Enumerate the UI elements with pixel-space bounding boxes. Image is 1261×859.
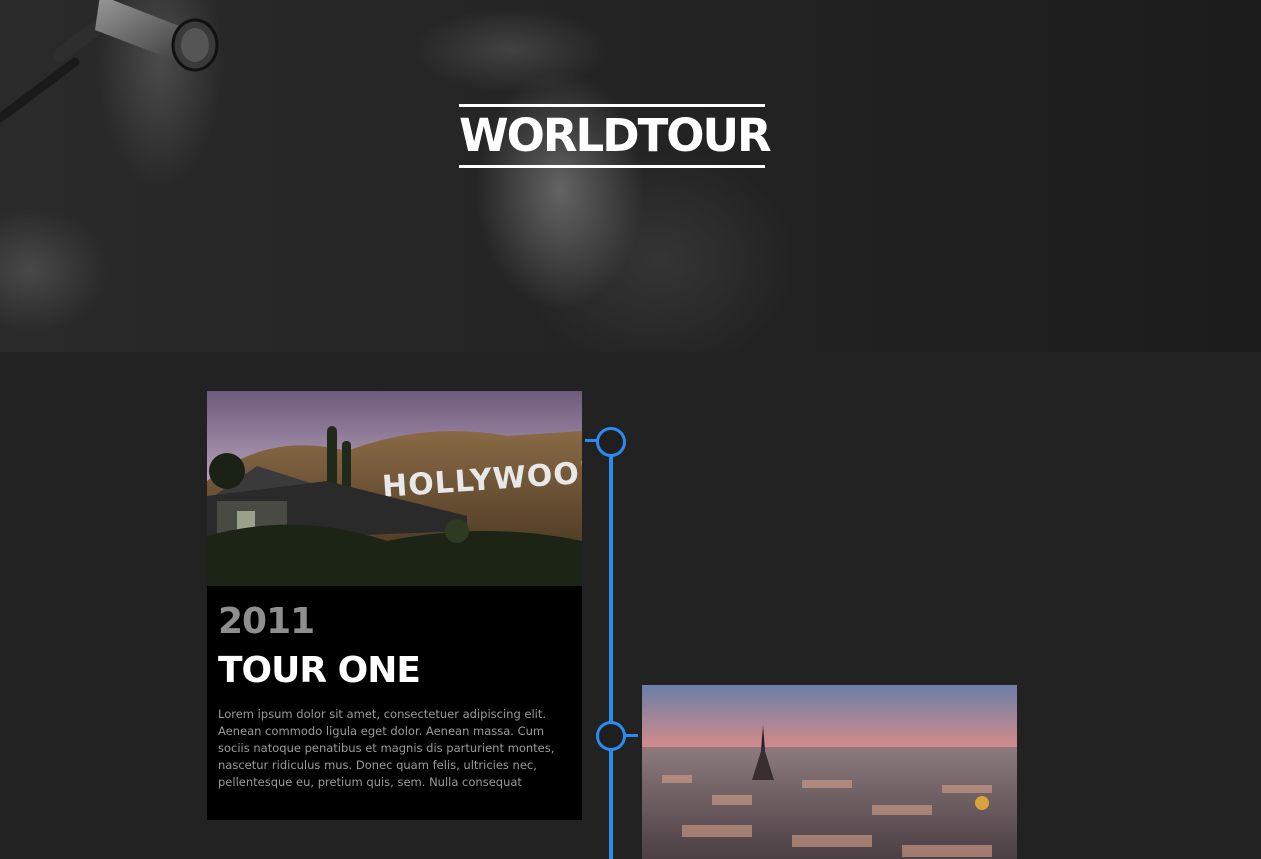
page-title: WORLDTOUR — [459, 109, 772, 162]
tour-card[interactable] — [642, 685, 1017, 859]
paris-skyline-image — [642, 685, 1017, 859]
timeline-node-2[interactable] — [596, 721, 626, 751]
tour-card-body: 2011 TOUR ONE Lorem ipsum dolor sit amet… — [207, 586, 582, 791]
hollywood-sign-image: HOLLYWOOD — [207, 391, 582, 586]
timeline-connector-2 — [624, 734, 638, 737]
tour-description: Lorem ipsum dolor sit amet, consectetuer… — [218, 707, 555, 789]
tour-card[interactable]: HOLLYWOOD 2011 TOUR ONE Lorem ipsum dolo… — [207, 391, 582, 820]
timeline-node-1[interactable] — [596, 427, 626, 457]
microphone-image — [0, 0, 219, 123]
hero-banner: WORLDTOUR — [0, 0, 1261, 352]
tour-title: TOUR ONE — [218, 650, 421, 691]
timeline-line — [609, 441, 613, 859]
tour-year: 2011 — [218, 601, 315, 642]
hero-title-frame: WORLDTOUR — [459, 104, 772, 168]
